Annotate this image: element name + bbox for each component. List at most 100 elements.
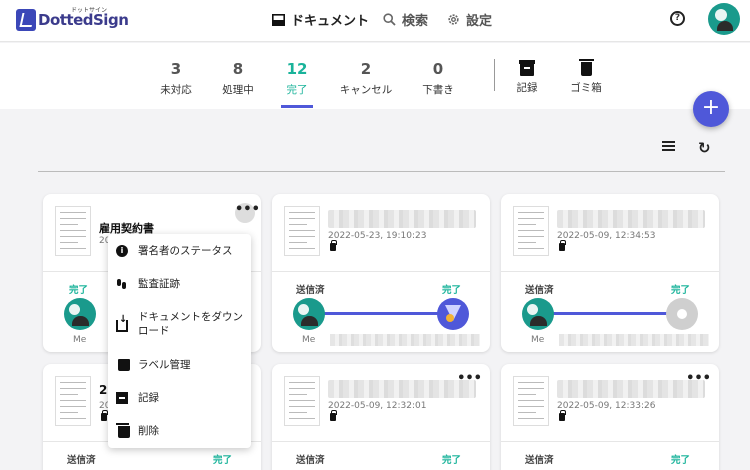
progress-line [310,312,450,315]
sender-status: 送信済 [67,455,96,466]
tab-count: 12 [286,60,308,78]
active-tab-indicator [281,105,313,108]
top-bar: DottedSign ドットサイン ドキュメント 検索 設定 ? [0,0,750,42]
lock-icon [101,410,108,421]
info-icon: i [116,245,128,257]
search-icon [383,13,396,26]
tab-cancelled[interactable]: 2 キャンセル [336,60,396,97]
tab-archive[interactable]: 記録 [497,60,557,95]
tab-count: 8 [232,60,244,78]
tab-label: 処理中 [222,84,254,96]
status-label: 完了 [69,285,89,296]
lock-icon [330,410,337,421]
menu-item-label: 署名者のステータス [138,245,233,257]
status-label: 完了 [671,285,691,296]
document-card[interactable]: 2022-05-23, 19:10:23 送信済 完了 Me [272,194,490,352]
logo-mark-icon [16,9,36,31]
nav-search-label: 検索 [402,14,429,29]
brand-subtitle: ドットサイン [71,7,108,14]
tab-count: 2 [360,60,372,78]
tab-label: 未対応 [160,84,192,96]
status-label: 完了 [213,455,233,466]
tab-drafts[interactable]: 0 下書き [408,60,468,97]
tab-completed[interactable]: 12 完了 [267,60,327,97]
tag-icon [118,359,130,371]
more-options-icon[interactable]: ••• [686,372,711,385]
signer-avatar [437,298,469,330]
document-context-menu: i 署名者のステータス 監査証跡 ↓ ドキュメントをダウンロード ラベル管理 記… [108,234,251,448]
tab-in-progress[interactable]: 8 処理中 [208,60,268,97]
menu-item-label: 削除 [138,425,159,437]
trash-icon [116,423,130,438]
document-thumbnail [55,206,91,256]
nav-search[interactable]: 検索 [383,10,428,29]
document-thumbnail [55,376,91,426]
menu-item-label: 記録 [138,392,159,404]
document-card[interactable]: 2022-05-09, 12:33:26 ••• 送信済 完了 [501,364,719,470]
tab-label: ゴミ箱 [570,82,602,94]
document-thumbnail [513,206,549,256]
more-options-icon[interactable]: ••• [457,372,482,385]
trash-icon [578,59,594,76]
redacted-title [557,210,705,228]
signer-avatar [293,298,325,330]
redacted-title [328,210,476,228]
lock-icon [559,410,566,421]
gear-icon [448,14,459,25]
sender-status: 送信済 [525,455,554,466]
dottedsign-logo[interactable]: DottedSign ドットサイン [16,7,129,33]
redacted-title [328,380,476,398]
status-label: 完了 [442,285,462,296]
status-label: 完了 [671,455,691,466]
user-avatar[interactable] [708,3,740,35]
tab-count: 3 [170,60,182,78]
redacted-title [557,380,705,398]
document-card[interactable]: 2022-05-09, 12:34:53 送信済 完了 Me [501,194,719,352]
tab-trash[interactable]: ゴミ箱 [556,59,616,95]
document-thumbnail [284,376,320,426]
more-options-icon[interactable]: ••• [235,203,260,223]
nav-documents-label: ドキュメント [291,14,370,29]
divider [38,171,725,172]
status-tabs: 3 未対応 8 処理中 12 完了 2 キャンセル 0 下書き 記録 ゴミ箱 [0,43,750,109]
nav-settings[interactable]: 設定 [447,10,492,29]
document-date: 2022-05-23, 19:10:23 [328,231,427,241]
archive-icon [116,392,128,404]
archive-icon [519,60,535,76]
document-date: 2022-05-09, 12:32:01 [328,401,427,411]
refresh-icon[interactable]: ↻ [698,139,711,157]
signer-avatar [666,298,698,330]
document-thumbnail [513,376,549,426]
tab-label: 下書き [422,84,454,96]
sender-status: 送信済 [296,285,325,296]
document-thumbnail [284,206,320,256]
footprint-icon [116,278,128,290]
inbox-icon [272,13,285,26]
signer-avatar [522,298,554,330]
tab-label: 記録 [516,82,538,94]
signer-name: Me [73,335,87,345]
document-date: 2022-05-09, 12:34:53 [557,231,656,241]
nav-settings-label: 設定 [466,14,493,29]
tab-count: 0 [432,60,444,78]
lock-icon [559,240,566,251]
redacted-name [559,334,709,346]
add-document-button[interactable]: + [693,91,729,127]
tab-label: 完了 [286,84,308,96]
list-view-icon[interactable] [662,141,675,152]
redacted-name [330,334,480,346]
signer-avatar [64,298,96,330]
tab-pending[interactable]: 3 未対応 [146,60,206,97]
lock-icon [330,240,337,251]
nav-documents[interactable]: ドキュメント [272,10,369,29]
menu-item-label: 監査証跡 [138,278,180,290]
menu-item-label: ドキュメントをダウンロード [138,311,243,337]
document-card[interactable]: 2022-05-09, 12:32:01 ••• 送信済 完了 [272,364,490,470]
progress-line [539,312,679,315]
help-icon[interactable]: ? [670,11,685,26]
signer-name: Me [302,335,316,345]
sender-status: 送信済 [296,455,325,466]
divider [494,59,495,91]
sender-status: 送信済 [525,285,554,296]
document-date: 2022-05-09, 12:33:26 [557,401,656,411]
